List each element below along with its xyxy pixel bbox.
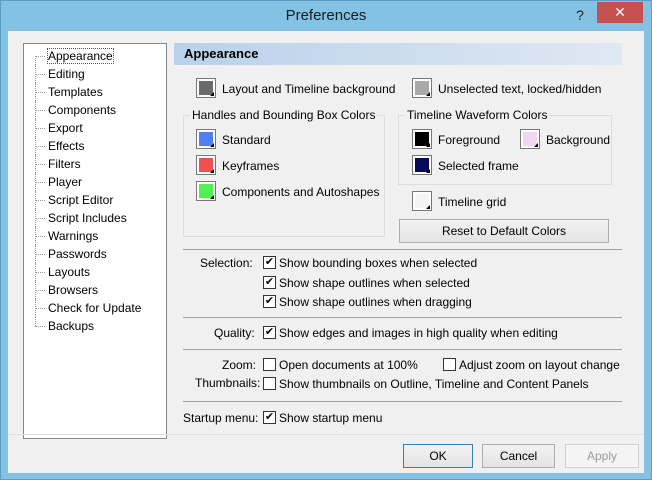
show-outlines-selected-checkbox[interactable]: ✔: [263, 276, 276, 289]
tree-item-editing[interactable]: Editing: [24, 65, 166, 83]
show-startup-menu-label: Show startup menu: [279, 411, 383, 425]
adjust-zoom-checkbox[interactable]: [443, 358, 456, 371]
dialog-body: Appearance Editing Templates Components …: [8, 31, 644, 473]
show-startup-menu-checkbox[interactable]: ✔: [263, 411, 276, 424]
tree-item-filters[interactable]: Filters: [24, 155, 166, 173]
handles-group-title: Handles and Bounding Box Colors: [190, 108, 378, 122]
dropdown-corner-icon: [426, 92, 430, 96]
dropdown-corner-icon: [534, 143, 538, 147]
layout-bg-label: Layout and Timeline background: [222, 82, 396, 96]
separator: [183, 349, 622, 350]
tree-item-warnings[interactable]: Warnings: [24, 227, 166, 245]
tree-item-browsers[interactable]: Browsers: [24, 281, 166, 299]
timeline-grid-label: Timeline grid: [438, 195, 507, 209]
thumbnails-label: Thumbnails:: [195, 376, 261, 390]
tree-item-script-editor[interactable]: Script Editor: [24, 191, 166, 209]
waveform-group-title: Timeline Waveform Colors: [405, 108, 550, 122]
foreground-label: Foreground: [438, 133, 501, 147]
open-100-checkbox[interactable]: [263, 358, 276, 371]
components-label: Components and Autoshapes: [222, 185, 380, 199]
show-outlines-dragging-label: Show shape outlines when dragging: [279, 295, 472, 309]
timeline-grid-swatch[interactable]: [412, 191, 432, 211]
separator: [183, 401, 622, 402]
tree-item-player[interactable]: Player: [24, 173, 166, 191]
dropdown-corner-icon: [426, 205, 430, 209]
selection-label: Selection:: [200, 256, 253, 270]
show-thumbnails-checkbox[interactable]: [263, 377, 276, 390]
panel-title: Appearance: [174, 43, 622, 65]
show-bounding-boxes-label: Show bounding boxes when selected: [279, 256, 478, 270]
close-button[interactable]: ✕: [597, 2, 643, 23]
tree-item-components[interactable]: Components: [24, 101, 166, 119]
tree-item-backups[interactable]: Backups: [24, 317, 166, 335]
foreground-swatch[interactable]: [412, 129, 432, 149]
background-swatch[interactable]: [520, 129, 540, 149]
open-100-label: Open documents at 100%: [279, 358, 418, 372]
separator: [183, 249, 622, 250]
keyframes-swatch[interactable]: [196, 155, 216, 175]
show-thumbnails-label: Show thumbnails on Outline, Timeline and…: [279, 377, 589, 391]
show-outlines-dragging-checkbox[interactable]: ✔: [263, 295, 276, 308]
zoom-label: Zoom:: [222, 358, 257, 372]
components-swatch[interactable]: [196, 181, 216, 201]
tree-item-appearance[interactable]: Appearance: [24, 47, 166, 65]
selected-frame-swatch[interactable]: [412, 155, 432, 175]
keyframes-label: Keyframes: [222, 159, 280, 173]
ok-button[interactable]: OK: [403, 444, 473, 468]
tree-item-check-for-update[interactable]: Check for Update: [24, 299, 166, 317]
reset-colors-button[interactable]: Reset to Default Colors: [399, 219, 609, 243]
tree-item-effects[interactable]: Effects: [24, 137, 166, 155]
title-bar[interactable]: Preferences ? ✕: [1, 1, 651, 31]
standard-label: Standard: [222, 133, 271, 147]
standard-swatch[interactable]: [196, 129, 216, 149]
tree-item-script-includes[interactable]: Script Includes: [24, 209, 166, 227]
help-button[interactable]: ?: [569, 5, 591, 25]
separator: [183, 317, 622, 318]
show-bounding-boxes-checkbox[interactable]: ✔: [263, 256, 276, 269]
window-title: Preferences: [285, 7, 367, 24]
dropdown-corner-icon: [210, 92, 214, 96]
high-quality-label: Show edges and images in high quality wh…: [279, 326, 558, 340]
dropdown-corner-icon: [210, 169, 214, 173]
background-label: Background: [546, 133, 611, 147]
tree-item-layouts[interactable]: Layouts: [24, 263, 166, 281]
high-quality-checkbox[interactable]: ✔: [263, 326, 276, 339]
dropdown-corner-icon: [210, 143, 214, 147]
tree-item-export[interactable]: Export: [24, 119, 166, 137]
unselected-swatch[interactable]: [412, 78, 432, 98]
tree-item-passwords[interactable]: Passwords: [24, 245, 166, 263]
unselected-label: Unselected text, locked/hidden: [438, 82, 602, 96]
quality-label: Quality:: [214, 326, 255, 340]
category-tree[interactable]: Appearance Editing Templates Components …: [23, 43, 167, 439]
show-outlines-selected-label: Show shape outlines when selected: [279, 276, 470, 290]
cancel-button[interactable]: Cancel: [482, 444, 555, 468]
dropdown-corner-icon: [210, 195, 214, 199]
adjust-zoom-label: Adjust zoom on layout change: [459, 358, 620, 372]
layout-bg-swatch[interactable]: [196, 78, 216, 98]
startup-menu-label: Startup menu:: [183, 411, 259, 425]
apply-button[interactable]: Apply: [565, 444, 639, 468]
tree-item-templates[interactable]: Templates: [24, 83, 166, 101]
footer-divider: [8, 434, 644, 435]
dropdown-corner-icon: [426, 143, 430, 147]
preferences-window: Preferences ? ✕ Appearance Editing Templ…: [0, 0, 652, 480]
dropdown-corner-icon: [426, 169, 430, 173]
selected-frame-label: Selected frame: [438, 159, 519, 173]
